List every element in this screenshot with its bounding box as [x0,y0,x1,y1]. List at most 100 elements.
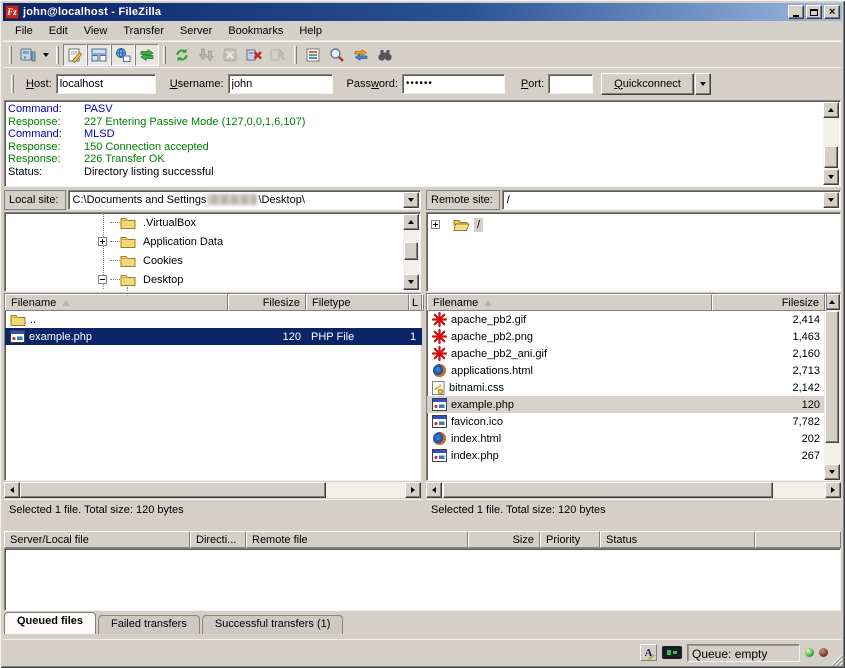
toggle-message-log-button[interactable] [63,44,87,66]
scroll-thumb[interactable] [824,146,838,168]
quickbar-grip[interactable] [11,75,14,93]
host-input[interactable] [56,74,156,94]
close-button[interactable]: × [824,5,840,19]
find-files-button[interactable] [373,44,397,66]
tree-item[interactable]: Application Data [5,232,420,251]
menu-item[interactable]: Edit [41,23,76,39]
arrow-right-icon [411,487,415,493]
menu-item[interactable]: Transfer [115,23,172,39]
queue-tab[interactable]: Successful transfers (1) [202,615,344,634]
quickconnect-button[interactable]: Quickconnect [601,73,694,95]
title-bar[interactable]: Fz john@localhost - FileZilla × [3,3,842,21]
column-header[interactable]: L [409,294,422,311]
queue-tab[interactable]: Queued files [4,612,96,634]
menu-item[interactable]: Bookmarks [220,23,291,39]
scroll-thumb[interactable] [443,482,773,498]
column-header[interactable]: Remote file [246,531,468,548]
arrow-up-icon [828,108,834,112]
toggle-transfer-queue-button[interactable] [135,44,159,66]
remote-path-combobox[interactable]: / [502,190,841,210]
refresh-button[interactable] [170,44,194,66]
column-header[interactable]: Filesize [228,294,306,311]
menu-item[interactable]: File [7,23,41,39]
directory-comparison-button[interactable] [325,44,349,66]
remote-path-dropdown[interactable] [823,192,839,208]
cancel-operation-button[interactable] [218,44,242,66]
file-row[interactable]: apache_pb2.gif 2,414 [427,311,825,328]
port-input[interactable] [548,74,593,94]
menu-item[interactable]: Server [172,23,220,39]
column-header-label: Size [513,534,534,546]
column-header[interactable]: Status [600,531,755,548]
resize-grip[interactable] [830,653,843,666]
file-row[interactable]: apache_pb2.png 1,463 [427,328,825,345]
scroll-left-button[interactable] [426,482,442,498]
password-input[interactable] [402,74,505,94]
file-row[interactable]: bitnami.css 2,142 [427,379,825,396]
remote-list-scrollbar[interactable] [824,294,840,480]
local-tree-scrollbar[interactable] [403,214,419,290]
queue-tab[interactable]: Failed transfers [98,615,200,634]
file-row[interactable]: applications.html 2,713 [427,362,825,379]
file-row[interactable]: favicon.ico 7,782 [427,413,825,430]
menu-item[interactable]: View [76,23,116,39]
menu-item[interactable]: Help [291,23,330,39]
scroll-down-button[interactable] [823,169,839,185]
scroll-thumb[interactable] [825,311,839,443]
file-size: 202 [712,433,825,445]
log-vertical-scrollbar[interactable] [823,102,839,185]
tree-item[interactable]: Desktop [5,270,420,289]
toolbar-grip[interactable] [9,46,12,64]
disconnect-button[interactable] [242,44,266,66]
column-header[interactable]: Filesize [712,294,825,311]
scroll-thumb[interactable] [20,482,326,498]
file-name: apache_pb2_ani.gif [451,348,547,360]
maximize-button[interactable] [806,5,822,19]
tree-expander-icon[interactable] [98,237,107,246]
scroll-right-button[interactable] [825,482,841,498]
file-row[interactable]: example.php 120 [427,396,825,413]
arrow-up-icon [829,300,835,304]
tree-expander-icon[interactable] [98,275,107,284]
toggle-remote-tree-button[interactable] [111,44,135,66]
tree-expander-icon[interactable] [431,220,440,229]
process-queue-button[interactable] [194,44,218,66]
scroll-down-button[interactable] [403,274,419,290]
file-row[interactable]: index.html 202 [427,430,825,447]
username-input[interactable] [228,74,333,94]
synchronized-browsing-button[interactable] [349,44,373,66]
filter-button[interactable] [301,44,325,66]
file-row[interactable]: index.php 267 [427,447,825,464]
column-header[interactable]: Filename [5,294,228,311]
speed-limits-icon[interactable] [662,646,682,659]
scroll-thumb[interactable] [404,242,418,260]
scroll-up-button[interactable] [823,102,839,118]
column-header[interactable]: Directi... [190,531,246,548]
toggle-local-tree-button[interactable] [87,44,111,66]
column-header[interactable]: Size [468,531,540,548]
local-path-dropdown[interactable] [403,192,419,208]
scroll-down-button[interactable] [824,464,840,480]
reconnect-button[interactable] [266,44,290,66]
site-manager-button[interactable] [16,44,40,66]
tree-item[interactable]: Cookies [5,251,420,270]
remote-horizontal-scrollbar[interactable] [426,482,841,498]
column-header[interactable]: Priority [540,531,600,548]
local-horizontal-scrollbar[interactable] [4,482,421,498]
site-manager-dropdown[interactable] [40,44,52,66]
column-header[interactable]: Server/Local file [4,531,190,548]
data-type-icon[interactable]: A [640,644,657,661]
local-path-combobox[interactable]: C:\Documents and Settings\Desktop\ [68,190,421,210]
tree-item[interactable]: .VirtualBox [5,213,420,232]
column-header[interactable]: Filetype [306,294,409,311]
file-row[interactable]: example.php 120 PHP File 1 [5,328,422,345]
scroll-right-button[interactable] [405,482,421,498]
file-row[interactable]: apache_pb2_ani.gif 2,160 [427,345,825,362]
file-row[interactable]: .. [5,311,422,328]
quickconnect-dropdown[interactable] [695,73,711,95]
minimize-button[interactable] [788,5,804,19]
scroll-left-button[interactable] [4,482,20,498]
column-header[interactable]: Filename [427,294,712,311]
tree-item[interactable]: / [427,215,840,234]
scroll-up-button[interactable] [403,214,419,230]
